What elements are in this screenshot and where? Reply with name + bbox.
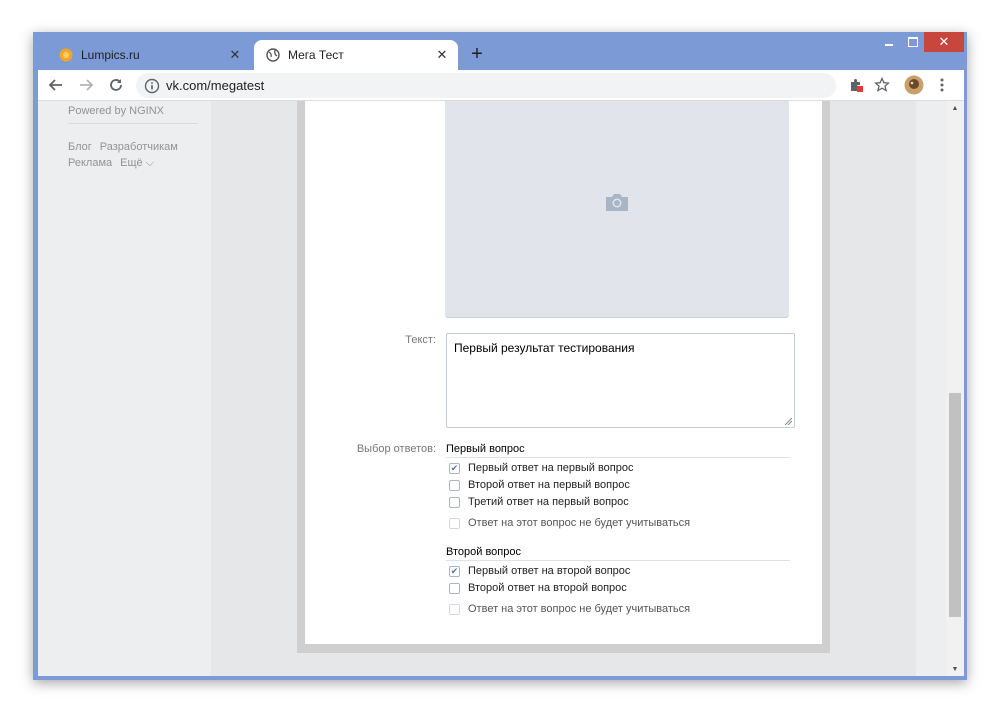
reload-icon <box>110 79 122 91</box>
maximize-button[interactable] <box>902 32 924 52</box>
tab-lumpics[interactable]: Lumpics.ru ✕ <box>47 40 251 70</box>
extension-button[interactable] <box>844 73 868 97</box>
link-ads[interactable]: Реклама <box>68 157 112 169</box>
new-tab-button[interactable]: + <box>467 43 487 65</box>
answer-option[interactable]: Третий ответ на первый вопрос <box>449 496 629 508</box>
left-sidebar: Powered by NGINX Блог Разработчикам Рекла… <box>38 101 211 676</box>
ignore-label: Ответ на этот вопрос не будет учитыватьс… <box>468 603 691 615</box>
question-title: Второй вопрос <box>446 546 790 561</box>
image-upload-area[interactable] <box>445 101 789 318</box>
link-more[interactable]: Ещё ⌵ <box>120 157 154 169</box>
minimize-button[interactable] <box>878 32 900 52</box>
tab-mega-test[interactable]: Мега Тест ✕ <box>254 40 458 70</box>
answer-label: Первый ответ на второй вопрос <box>468 565 631 577</box>
maximize-icon <box>908 37 918 47</box>
checkbox[interactable] <box>449 603 460 615</box>
scroll-down-icon[interactable]: ▼ <box>946 662 964 676</box>
ignore-question-option[interactable]: Ответ на этот вопрос не будет учитыватьс… <box>449 517 690 529</box>
camera-icon <box>606 194 628 211</box>
url-text: vk.com/megatest <box>166 78 265 93</box>
kebab-menu-icon <box>940 78 944 92</box>
address-bar[interactable]: vk.com/megatest <box>136 73 836 98</box>
result-text-field[interactable]: Первый результат тестирования <box>446 333 795 428</box>
answer-option[interactable]: Второй ответ на второй вопрос <box>449 582 627 594</box>
test-result-editor: Текст: Первый результат тестирования Выб… <box>305 101 822 644</box>
text-label: Текст: <box>405 334 436 346</box>
answer-label: Второй ответ на второй вопрос <box>468 582 627 594</box>
answer-label: Второй ответ на первый вопрос <box>468 479 630 491</box>
ignore-question-option[interactable]: Ответ на этот вопрос не будет учитыватьс… <box>449 603 690 615</box>
checkbox[interactable] <box>449 517 460 529</box>
ignore-label: Ответ на этот вопрос не будет учитыватьс… <box>468 517 691 529</box>
forward-button[interactable] <box>74 73 98 97</box>
answer-label: Первый ответ на первый вопрос <box>468 462 634 474</box>
answers-label: Выбор ответов: <box>356 443 436 455</box>
arrow-right-icon <box>80 79 94 91</box>
link-developers[interactable]: Разработчикам <box>100 141 178 153</box>
footer-links: Блог Разработчикам Реклама Ещё ⌵ <box>68 139 186 171</box>
tab-close-icon[interactable]: ✕ <box>227 47 243 63</box>
page-viewport: Powered by NGINX Блог Разработчикам Рекла… <box>38 100 964 676</box>
answer-option[interactable]: ✔ Первый ответ на второй вопрос <box>449 565 630 577</box>
orange-favicon-icon <box>59 48 73 62</box>
browser-toolbar: vk.com/megatest <box>38 70 964 100</box>
close-icon: ✕ <box>938 34 950 49</box>
answer-option[interactable]: ✔ Первый ответ на первый вопрос <box>449 462 634 474</box>
result-text-value: Первый результат тестирования <box>454 341 635 355</box>
question-title: Первый вопрос <box>446 443 790 458</box>
info-icon[interactable] <box>144 78 160 94</box>
arrow-left-icon <box>48 79 62 91</box>
back-button[interactable] <box>44 73 68 97</box>
checkbox[interactable] <box>449 582 460 594</box>
browser-window: ✕ Lumpics.ru ✕ Мега Тест ✕ + vk.com/mega… <box>33 32 967 680</box>
link-blog[interactable]: Блог <box>68 141 92 153</box>
globe-icon <box>266 48 280 62</box>
minimize-icon <box>885 44 893 46</box>
answer-label: Третий ответ на первый вопрос <box>468 496 629 508</box>
answer-option[interactable]: Второй ответ на первый вопрос <box>449 479 630 491</box>
star-icon <box>874 77 890 92</box>
tab-title: Lumpics.ru <box>81 48 140 62</box>
profile-button[interactable] <box>902 73 926 97</box>
scrollbar-thumb[interactable] <box>949 393 961 617</box>
divider <box>68 123 198 124</box>
resize-handle-icon[interactable] <box>785 418 792 425</box>
bookmark-button[interactable] <box>870 73 894 97</box>
scroll-up-icon[interactable]: ▲ <box>946 101 964 115</box>
vertical-scrollbar[interactable]: ▲ ▼ <box>946 101 964 676</box>
checkbox-checked[interactable]: ✔ <box>449 565 460 577</box>
checkbox[interactable] <box>449 496 460 508</box>
reload-button[interactable] <box>104 73 128 97</box>
checkbox-checked[interactable]: ✔ <box>449 462 460 474</box>
tab-title: Мега Тест <box>288 48 344 62</box>
menu-button[interactable] <box>930 73 954 97</box>
powered-by-text: Powered by NGINX <box>68 105 164 117</box>
avatar <box>904 75 924 95</box>
puzzle-icon <box>851 79 863 92</box>
window-close-button[interactable]: ✕ <box>924 32 964 52</box>
checkbox[interactable] <box>449 479 460 491</box>
tab-close-icon[interactable]: ✕ <box>434 47 450 63</box>
